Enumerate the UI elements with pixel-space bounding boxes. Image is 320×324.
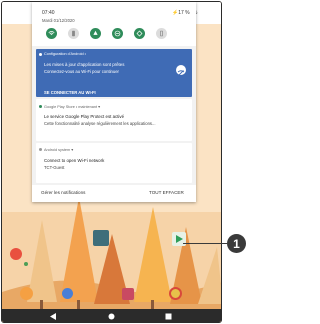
shade-footer: Gérer les notifications TOUT EFFACER: [32, 185, 196, 202]
play-protect-icon: [39, 105, 42, 108]
notification-title: Connect to open Wi-Fi network: [44, 158, 105, 163]
notification-text: Cette fonctionnalité analyse régulièreme…: [44, 121, 156, 126]
wifi-icon: [48, 31, 55, 36]
data-saver-toggle[interactable]: [112, 28, 123, 39]
notification-app: Android system ▾: [44, 148, 74, 152]
figure-frame: 07:40 ⚡17 % 07:40 ⚡17 % Mardi 01/12/2020: [0, 0, 250, 324]
notification-text: TCT-Guest: [44, 165, 65, 170]
recents-icon[interactable]: [165, 313, 172, 320]
camera-icon[interactable]: [122, 288, 134, 300]
navigation-bar: [2, 309, 221, 322]
flashlight-toggle[interactable]: [156, 28, 167, 39]
battery-indicator: ⚡17 %: [172, 10, 190, 16]
chrome-icon[interactable]: [169, 287, 182, 300]
connect-wifi-action[interactable]: SE CONNECTER AU WI-FI: [44, 90, 96, 95]
notification-card[interactable]: Configuration d'Android • Les mises à jo…: [36, 49, 192, 97]
notification-app: Google Play Store • maintenant ▾: [44, 105, 101, 109]
app-icon[interactable]: [10, 248, 22, 260]
home-icon[interactable]: [108, 313, 115, 320]
callout-line: [183, 243, 227, 244]
android-setup-icon: [39, 53, 42, 56]
rotate-icon: [136, 30, 143, 37]
manage-notifications-button[interactable]: Gérer les notifications: [41, 190, 85, 195]
do-not-disturb-icon: [93, 30, 98, 35]
status-time: 07:40: [42, 10, 55, 16]
date-label: Mardi 01/12/2020: [42, 18, 75, 23]
vibrate-icon: [72, 30, 75, 37]
notification-app: Configuration d'Android •: [44, 52, 86, 56]
callout-number: 1: [227, 234, 246, 253]
rotate-toggle[interactable]: [134, 28, 145, 39]
notification-shade: 07:40 ⚡17 % Mardi 01/12/2020 Configurati…: [32, 2, 196, 202]
app-icon[interactable]: [93, 230, 109, 246]
shade-header: 07:40 ⚡17 % Mardi 01/12/2020: [32, 2, 196, 46]
notification-card[interactable]: Google Play Store • maintenant ▾ Le serv…: [36, 99, 192, 141]
notification-title: Le service Google Play Protect est activ…: [44, 114, 125, 119]
clear-all-button[interactable]: TOUT EFFACER: [149, 190, 184, 195]
data-saver-icon: [114, 30, 121, 37]
flashlight-icon: [160, 30, 163, 37]
messages-icon[interactable]: [62, 288, 73, 299]
vibrate-toggle[interactable]: [68, 28, 79, 39]
settings-icon[interactable]: [20, 287, 33, 300]
notification-text: Connectez-vous au Wi-Fi pour continuer: [44, 69, 119, 74]
notification-card[interactable]: Android system ▾ Connect to open Wi-Fi n…: [36, 143, 192, 183]
android-system-icon: [39, 148, 42, 151]
wifi-toggle[interactable]: [46, 28, 57, 39]
do-not-disturb-toggle[interactable]: [90, 28, 101, 39]
tablet-screen: 07:40 ⚡17 % 07:40 ⚡17 % Mardi 01/12/2020: [1, 1, 222, 323]
notification-title: Les mises à jour d'application sont prêt…: [44, 62, 125, 67]
wifi-off-icon: [176, 65, 186, 76]
back-icon[interactable]: [50, 313, 57, 320]
